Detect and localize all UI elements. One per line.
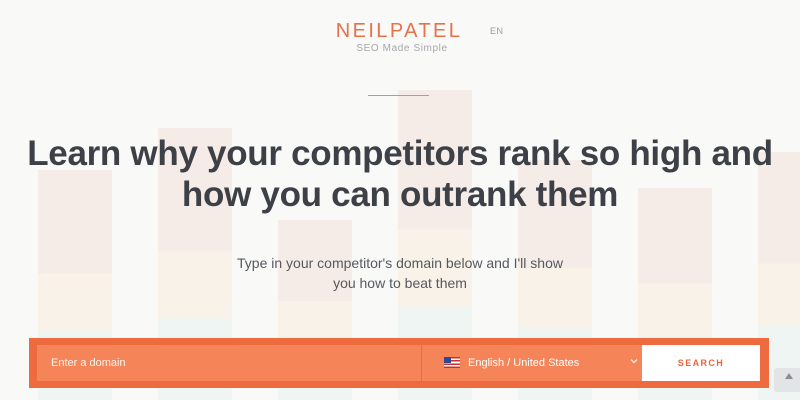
logo-wordmark: NEILPATEL [335,20,463,42]
domain-search-form: English / United States SEARCH [29,338,769,388]
flag-canton [444,357,451,363]
search-button[interactable]: SEARCH [642,345,760,381]
hero-headline: Learn why your competitors rank so high … [0,133,800,215]
hero-subtitle-line2: you how to beat them [333,275,467,291]
hero-headline-line2: how you can outrank them [181,175,619,214]
domain-input[interactable] [37,345,421,381]
locale-select[interactable]: English / United States [422,345,656,381]
hero-subtitle-line1: Type in your competitor's domain below a… [237,255,563,271]
site-logo[interactable]: NEILPATEL SEO Made Simple [0,20,800,55]
language-switcher[interactable]: EN [490,26,504,36]
scroll-to-top-button[interactable] [774,368,800,392]
locale-select-value: English / United States [468,357,580,369]
hero-headline-line1: Learn why your competitors rank so high … [27,134,773,173]
arrow-up-icon [785,373,793,379]
section-divider [368,95,429,96]
logo-tagline: SEO Made Simple [356,43,448,54]
us-flag-icon [444,357,460,368]
chevron-down-icon [630,359,638,364]
hero-subtitle: Type in your competitor's domain below a… [200,253,600,293]
